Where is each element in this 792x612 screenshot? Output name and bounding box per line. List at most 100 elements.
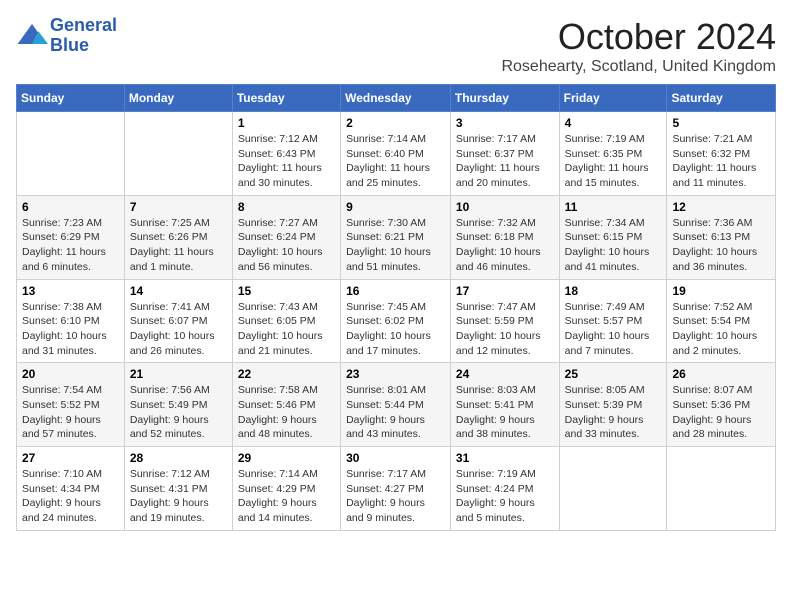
day-detail: Sunrise: 7:17 AM Sunset: 4:27 PM Dayligh…	[346, 467, 445, 526]
calendar-cell: 28Sunrise: 7:12 AM Sunset: 4:31 PM Dayli…	[124, 447, 232, 531]
day-detail: Sunrise: 7:56 AM Sunset: 5:49 PM Dayligh…	[130, 383, 227, 442]
day-number: 2	[346, 116, 445, 130]
day-number: 12	[672, 200, 770, 214]
calendar-cell: 18Sunrise: 7:49 AM Sunset: 5:57 PM Dayli…	[559, 279, 667, 363]
col-header-thursday: Thursday	[450, 85, 559, 112]
day-number: 16	[346, 284, 445, 298]
day-detail: Sunrise: 7:54 AM Sunset: 5:52 PM Dayligh…	[22, 383, 119, 442]
day-detail: Sunrise: 7:17 AM Sunset: 6:37 PM Dayligh…	[456, 132, 554, 191]
day-detail: Sunrise: 7:58 AM Sunset: 5:46 PM Dayligh…	[238, 383, 335, 442]
day-number: 9	[346, 200, 445, 214]
calendar-cell: 5 Sunrise: 7:21 AM Sunset: 6:32 PM Daylig…	[667, 112, 776, 196]
day-detail: Sunrise: 7:52 AM Sunset: 5:54 PM Dayligh…	[672, 300, 770, 359]
calendar-cell: 27Sunrise: 7:10 AM Sunset: 4:34 PM Dayli…	[17, 447, 125, 531]
calendar-cell	[124, 112, 232, 196]
day-detail: Sunrise: 7:36 AM Sunset: 6:13 PM Dayligh…	[672, 216, 770, 275]
day-number: 29	[238, 451, 335, 465]
day-number: 11	[565, 200, 662, 214]
day-detail: Sunrise: 7:19 AM Sunset: 4:24 PM Dayligh…	[456, 467, 554, 526]
calendar-cell: 13 Sunrise: 7:38 AM Sunset: 6:10 PM Dayli…	[17, 279, 125, 363]
calendar-cell: 9 Sunrise: 7:30 AM Sunset: 6:21 PM Daylig…	[341, 195, 451, 279]
day-number: 30	[346, 451, 445, 465]
day-detail: Sunrise: 8:05 AM Sunset: 5:39 PM Dayligh…	[565, 383, 662, 442]
calendar-cell: 8 Sunrise: 7:27 AM Sunset: 6:24 PM Daylig…	[232, 195, 340, 279]
calendar-cell: 20 Sunrise: 7:54 AM Sunset: 5:52 PM Dayli…	[17, 363, 125, 447]
day-detail: Sunrise: 7:14 AM Sunset: 4:29 PM Dayligh…	[238, 467, 335, 526]
day-detail: Sunrise: 7:45 AM Sunset: 6:02 PM Dayligh…	[346, 300, 445, 359]
day-number: 6	[22, 200, 119, 214]
day-number: 27	[22, 451, 119, 465]
day-detail: Sunrise: 7:19 AM Sunset: 6:35 PM Dayligh…	[565, 132, 662, 191]
calendar-cell: 22 Sunrise: 7:58 AM Sunset: 5:46 PM Dayli…	[232, 363, 340, 447]
logo: General Blue	[16, 16, 117, 56]
week-row-4: 20 Sunrise: 7:54 AM Sunset: 5:52 PM Dayli…	[17, 363, 776, 447]
day-detail: Sunrise: 8:03 AM Sunset: 5:41 PM Dayligh…	[456, 383, 554, 442]
day-detail: Sunrise: 7:14 AM Sunset: 6:40 PM Dayligh…	[346, 132, 445, 191]
day-detail: Sunrise: 7:27 AM Sunset: 6:24 PM Dayligh…	[238, 216, 335, 275]
day-detail: Sunrise: 7:38 AM Sunset: 6:10 PM Dayligh…	[22, 300, 119, 359]
day-number: 26	[672, 367, 770, 381]
calendar-cell	[559, 447, 667, 531]
day-number: 31	[456, 451, 554, 465]
calendar-cell: 1Sunrise: 7:12 AM Sunset: 6:43 PM Daylig…	[232, 112, 340, 196]
day-detail: Sunrise: 7:34 AM Sunset: 6:15 PM Dayligh…	[565, 216, 662, 275]
calendar-cell: 29 Sunrise: 7:14 AM Sunset: 4:29 PM Dayli…	[232, 447, 340, 531]
day-detail: Sunrise: 7:32 AM Sunset: 6:18 PM Dayligh…	[456, 216, 554, 275]
day-number: 10	[456, 200, 554, 214]
calendar-cell: 21 Sunrise: 7:56 AM Sunset: 5:49 PM Dayli…	[124, 363, 232, 447]
col-header-friday: Friday	[559, 85, 667, 112]
day-number: 21	[130, 367, 227, 381]
day-detail: Sunrise: 7:47 AM Sunset: 5:59 PM Dayligh…	[456, 300, 554, 359]
day-number: 18	[565, 284, 662, 298]
calendar-cell: 23 Sunrise: 8:01 AM Sunset: 5:44 PM Dayli…	[341, 363, 451, 447]
col-header-tuesday: Tuesday	[232, 85, 340, 112]
calendar-cell: 7 Sunrise: 7:25 AM Sunset: 6:26 PM Daylig…	[124, 195, 232, 279]
calendar-cell: 24 Sunrise: 8:03 AM Sunset: 5:41 PM Dayli…	[450, 363, 559, 447]
calendar-cell: 19Sunrise: 7:52 AM Sunset: 5:54 PM Dayli…	[667, 279, 776, 363]
day-detail: Sunrise: 7:23 AM Sunset: 6:29 PM Dayligh…	[22, 216, 119, 275]
week-row-2: 6 Sunrise: 7:23 AM Sunset: 6:29 PM Daylig…	[17, 195, 776, 279]
calendar-cell: 26 Sunrise: 8:07 AM Sunset: 5:36 PM Dayli…	[667, 363, 776, 447]
title-area: October 2024 Rosehearty, Scotland, Unite…	[501, 16, 776, 76]
day-detail: Sunrise: 7:43 AM Sunset: 6:05 PM Dayligh…	[238, 300, 335, 359]
day-detail: Sunrise: 8:01 AM Sunset: 5:44 PM Dayligh…	[346, 383, 445, 442]
calendar-cell: 17 Sunrise: 7:47 AM Sunset: 5:59 PM Dayli…	[450, 279, 559, 363]
day-number: 14	[130, 284, 227, 298]
day-number: 13	[22, 284, 119, 298]
day-number: 28	[130, 451, 227, 465]
logo-icon	[16, 20, 48, 52]
day-number: 7	[130, 200, 227, 214]
day-number: 5	[672, 116, 770, 130]
day-number: 25	[565, 367, 662, 381]
day-number: 20	[22, 367, 119, 381]
location-title: Rosehearty, Scotland, United Kingdom	[501, 58, 776, 76]
day-number: 1	[238, 116, 335, 130]
calendar-cell: 6 Sunrise: 7:23 AM Sunset: 6:29 PM Daylig…	[17, 195, 125, 279]
day-detail: Sunrise: 7:41 AM Sunset: 6:07 PM Dayligh…	[130, 300, 227, 359]
logo-text: General Blue	[50, 16, 117, 56]
day-detail: Sunrise: 7:25 AM Sunset: 6:26 PM Dayligh…	[130, 216, 227, 275]
calendar-table: SundayMondayTuesdayWednesdayThursdayFrid…	[16, 84, 776, 531]
day-number: 17	[456, 284, 554, 298]
col-header-saturday: Saturday	[667, 85, 776, 112]
calendar-cell: 31 Sunrise: 7:19 AM Sunset: 4:24 PM Dayli…	[450, 447, 559, 531]
day-detail: Sunrise: 7:30 AM Sunset: 6:21 PM Dayligh…	[346, 216, 445, 275]
week-row-1: 1Sunrise: 7:12 AM Sunset: 6:43 PM Daylig…	[17, 112, 776, 196]
calendar-cell: 4Sunrise: 7:19 AM Sunset: 6:35 PM Daylig…	[559, 112, 667, 196]
day-number: 15	[238, 284, 335, 298]
col-header-monday: Monday	[124, 85, 232, 112]
page-header: General Blue October 2024 Rosehearty, Sc…	[16, 16, 776, 76]
calendar-cell: 10 Sunrise: 7:32 AM Sunset: 6:18 PM Dayli…	[450, 195, 559, 279]
calendar-cell	[667, 447, 776, 531]
calendar-cell	[17, 112, 125, 196]
calendar-cell: 12 Sunrise: 7:36 AM Sunset: 6:13 PM Dayli…	[667, 195, 776, 279]
day-number: 22	[238, 367, 335, 381]
calendar-cell: 25 Sunrise: 8:05 AM Sunset: 5:39 PM Dayli…	[559, 363, 667, 447]
calendar-cell: 15 Sunrise: 7:43 AM Sunset: 6:05 PM Dayli…	[232, 279, 340, 363]
calendar-cell: 11 Sunrise: 7:34 AM Sunset: 6:15 PM Dayli…	[559, 195, 667, 279]
day-detail: Sunrise: 7:21 AM Sunset: 6:32 PM Dayligh…	[672, 132, 770, 191]
day-detail: Sunrise: 8:07 AM Sunset: 5:36 PM Dayligh…	[672, 383, 770, 442]
day-number: 8	[238, 200, 335, 214]
day-number: 24	[456, 367, 554, 381]
day-number: 23	[346, 367, 445, 381]
